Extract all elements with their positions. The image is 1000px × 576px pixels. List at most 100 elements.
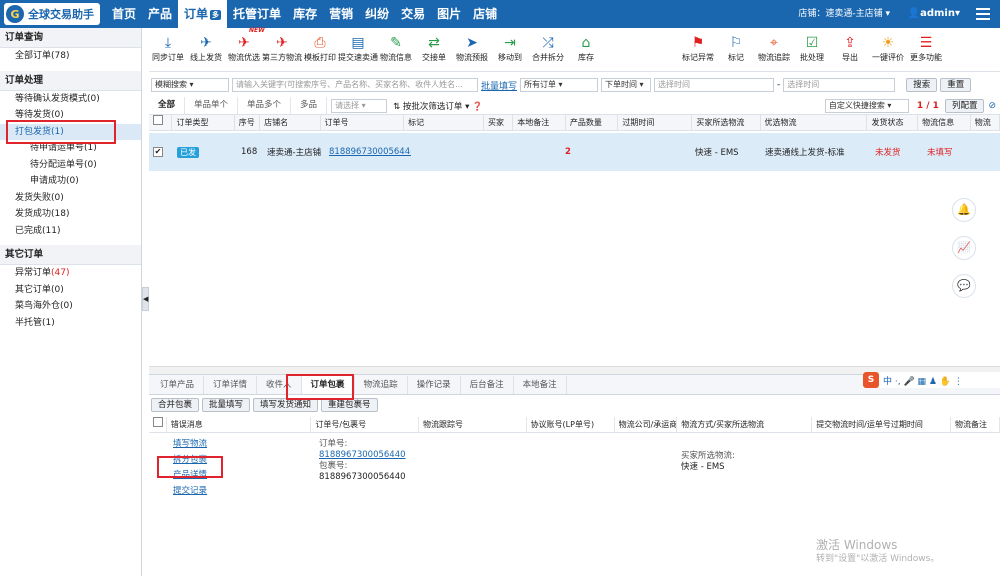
toolbar-button[interactable]: ➤ 物流预报 — [453, 28, 491, 71]
detail-tab[interactable]: 物流追踪 — [355, 376, 408, 394]
nav-item[interactable]: 托管订单 — [227, 0, 287, 28]
sidebar-item[interactable]: 等待确认发货模式(0) — [0, 91, 141, 108]
toolbar-button[interactable]: ☑ 批处理 — [793, 28, 831, 71]
toolbar-button[interactable]: ⎙ 模板打印 — [301, 28, 339, 71]
collapse-sidebar-button[interactable]: ◀ — [142, 287, 149, 311]
sidebar-item[interactable]: 发货成功(18) — [0, 206, 141, 223]
sidebar-item[interactable]: 已完成(11) — [0, 223, 141, 240]
package-link[interactable]: 提交记录 — [173, 484, 207, 500]
filter-tab[interactable]: 全部 — [149, 97, 186, 114]
column-header[interactable]: 序号 — [235, 114, 261, 131]
package-action-button[interactable]: 填写发货通知 — [253, 398, 319, 412]
batch-icon: ☑ — [805, 35, 819, 51]
detail-tab[interactable]: 订单产品 — [151, 376, 205, 394]
search-mode-select[interactable]: 模糊搜索 ▾ — [151, 78, 229, 92]
detail-tab[interactable]: 本地备注 — [514, 376, 567, 394]
toolbar-button[interactable]: ✎ 物流信息 — [377, 28, 415, 71]
store-selector[interactable]: 店铺：速卖通-主店铺 ▾ — [798, 0, 890, 28]
select-all-checkbox[interactable] — [149, 114, 173, 131]
column-header[interactable]: 发货状态 — [867, 114, 919, 131]
column-header[interactable]: 物流信息 — [918, 114, 971, 131]
nav-item[interactable]: 交易 — [395, 0, 431, 28]
sidebar-item[interactable]: 发货失败(0) — [0, 190, 141, 207]
custom-search-select[interactable]: 自定义快捷搜索 ▾ — [824, 98, 909, 113]
sidebar-item[interactable]: 其它订单(0) — [0, 282, 141, 299]
sidebar-item[interactable]: 菜鸟海外仓(0) — [0, 298, 141, 315]
hamburger-icon[interactable] — [976, 8, 990, 23]
column-header[interactable]: 优选物流 — [761, 114, 868, 131]
sidebar-item[interactable]: 全部订单(78) — [0, 48, 141, 65]
detail-tab[interactable]: 后台备注 — [461, 376, 514, 394]
column-config-button[interactable]: 列配置 — [944, 98, 985, 113]
column-header[interactable]: 本地备注 — [513, 114, 566, 131]
toolbar-button[interactable]: ⌖ 物流追踪 — [755, 28, 793, 71]
user-menu[interactable]: 👤admin▾ — [908, 0, 960, 28]
toolbar-button[interactable]: ⚐ 标记 — [717, 28, 755, 71]
bell-icon[interactable]: 🔔 — [952, 198, 976, 222]
filter-tab[interactable]: 多品 — [291, 97, 328, 114]
sidebar-item[interactable]: 半托管(1) — [0, 315, 141, 332]
toolbar-button[interactable]: ⇪ 导出 — [831, 28, 869, 71]
batch-select[interactable]: 请选择 ▾ — [331, 98, 388, 113]
nav-item[interactable]: 产品 — [142, 0, 178, 28]
column-header[interactable]: 物流 — [971, 114, 1000, 131]
ime-toolbar[interactable]: S中 ·, 🎤 ▦ ♟ ✋ ⋮ — [863, 372, 1000, 388]
time-type-select[interactable]: 下单时间 ▾ — [601, 78, 652, 92]
package-select-all[interactable] — [149, 416, 167, 433]
toolbar-button[interactable]: ✈ 第三方物流 — [262, 28, 302, 71]
nav-item[interactable]: 营销 — [323, 0, 359, 28]
row-checkbox[interactable]: ✔ — [153, 147, 163, 157]
package-order-link[interactable]: 8188967300056440 — [319, 450, 406, 461]
toolbar-button[interactable]: ☀ 一键评价 — [869, 28, 907, 71]
column-header[interactable]: 店铺名 — [260, 114, 321, 131]
column-header[interactable]: 买家 — [484, 114, 514, 131]
chart-icon[interactable]: 📈 — [952, 236, 976, 260]
column-header[interactable]: 产品数量 — [566, 114, 619, 131]
nav-item[interactable]: 首页 — [106, 0, 142, 28]
column-header[interactable]: 过期时间 — [618, 114, 693, 131]
sidebar-item[interactable]: 待分配运单号(0) — [0, 157, 141, 174]
app-logo[interactable]: G 全球交易助手 — [4, 3, 100, 25]
toolbar-button[interactable]: ✈ 线上发货 — [187, 28, 225, 71]
package-action-button[interactable]: 批量填写 — [202, 398, 251, 412]
end-time-input[interactable]: 选择时间 — [783, 78, 896, 92]
nav-item[interactable]: 图片 — [431, 0, 467, 28]
hide-icon[interactable]: ⊘ — [988, 101, 996, 111]
chat-icon[interactable]: 💬 — [952, 274, 976, 298]
column-header[interactable]: 买家所选物流 — [692, 114, 761, 131]
sort-batch-label[interactable]: ⇅ 按批次筛选订单 ▾ ❓ — [393, 100, 483, 112]
batch-fill-link[interactable]: 批量填写 — [481, 79, 517, 92]
nav-item[interactable]: 订单多 — [178, 0, 228, 28]
toolbar-button[interactable]: ⇄ 交接单 — [415, 28, 453, 71]
package-action-button[interactable]: 重建包裹号 — [321, 398, 378, 412]
toolbar-button[interactable]: ⇥ 移动到 — [491, 28, 529, 71]
nav-item[interactable]: 纠纷 — [359, 0, 395, 28]
reset-button[interactable]: 重置 — [940, 78, 972, 92]
column-header[interactable]: 订单类型 — [172, 114, 235, 131]
nav-item[interactable]: 库存 — [287, 0, 323, 28]
toolbar-button[interactable]: ⚑ 标记异常 — [679, 28, 717, 71]
filter-tab[interactable]: 单品单个 — [185, 97, 239, 114]
toolbar-button[interactable]: ⤮ 合并拆分 — [529, 28, 567, 71]
start-time-input[interactable]: 选择时间 — [654, 78, 775, 92]
filter-tab[interactable]: 单品多个 — [238, 97, 292, 114]
column-header[interactable]: 标记 — [404, 114, 484, 131]
keyword-input[interactable]: 请输入关键字(可搜索序号、产品名称、买家名称、收件人姓名... — [232, 78, 478, 92]
column-header[interactable]: 订单号 — [321, 114, 405, 131]
package-action-button[interactable]: 合并包裹 — [151, 398, 200, 412]
search-button[interactable]: 搜索 — [906, 78, 938, 92]
detail-tab[interactable]: 操作记录 — [408, 376, 461, 394]
order-number-link[interactable]: 818896730005644( — [325, 147, 411, 157]
toolbar-button[interactable]: ☰ 更多功能 — [907, 28, 945, 71]
detail-tab[interactable]: 订单详情 — [204, 376, 258, 394]
toolbar-button[interactable]: ⌂ 库存 — [567, 28, 605, 71]
toolbar-button[interactable]: ⤓ 同步订单 — [149, 28, 187, 71]
sidebar-item[interactable]: 申请成功(0) — [0, 173, 141, 190]
table-row[interactable]: ✔ 已发 168 速卖通-主店铺 818896730005644( 2 快速 -… — [149, 133, 1000, 171]
sidebar-item[interactable]: 异常订单(47) — [0, 265, 141, 282]
order-type-select[interactable]: 所有订单 ▾ — [520, 78, 599, 92]
package-link[interactable]: 填写物流 — [173, 437, 207, 453]
toolbar-button[interactable]: ✈ NEW 物流优选 — [225, 27, 265, 71]
toolbar-button[interactable]: ▤ 提交速卖通 — [338, 28, 378, 71]
nav-item[interactable]: 店铺 — [467, 0, 503, 28]
